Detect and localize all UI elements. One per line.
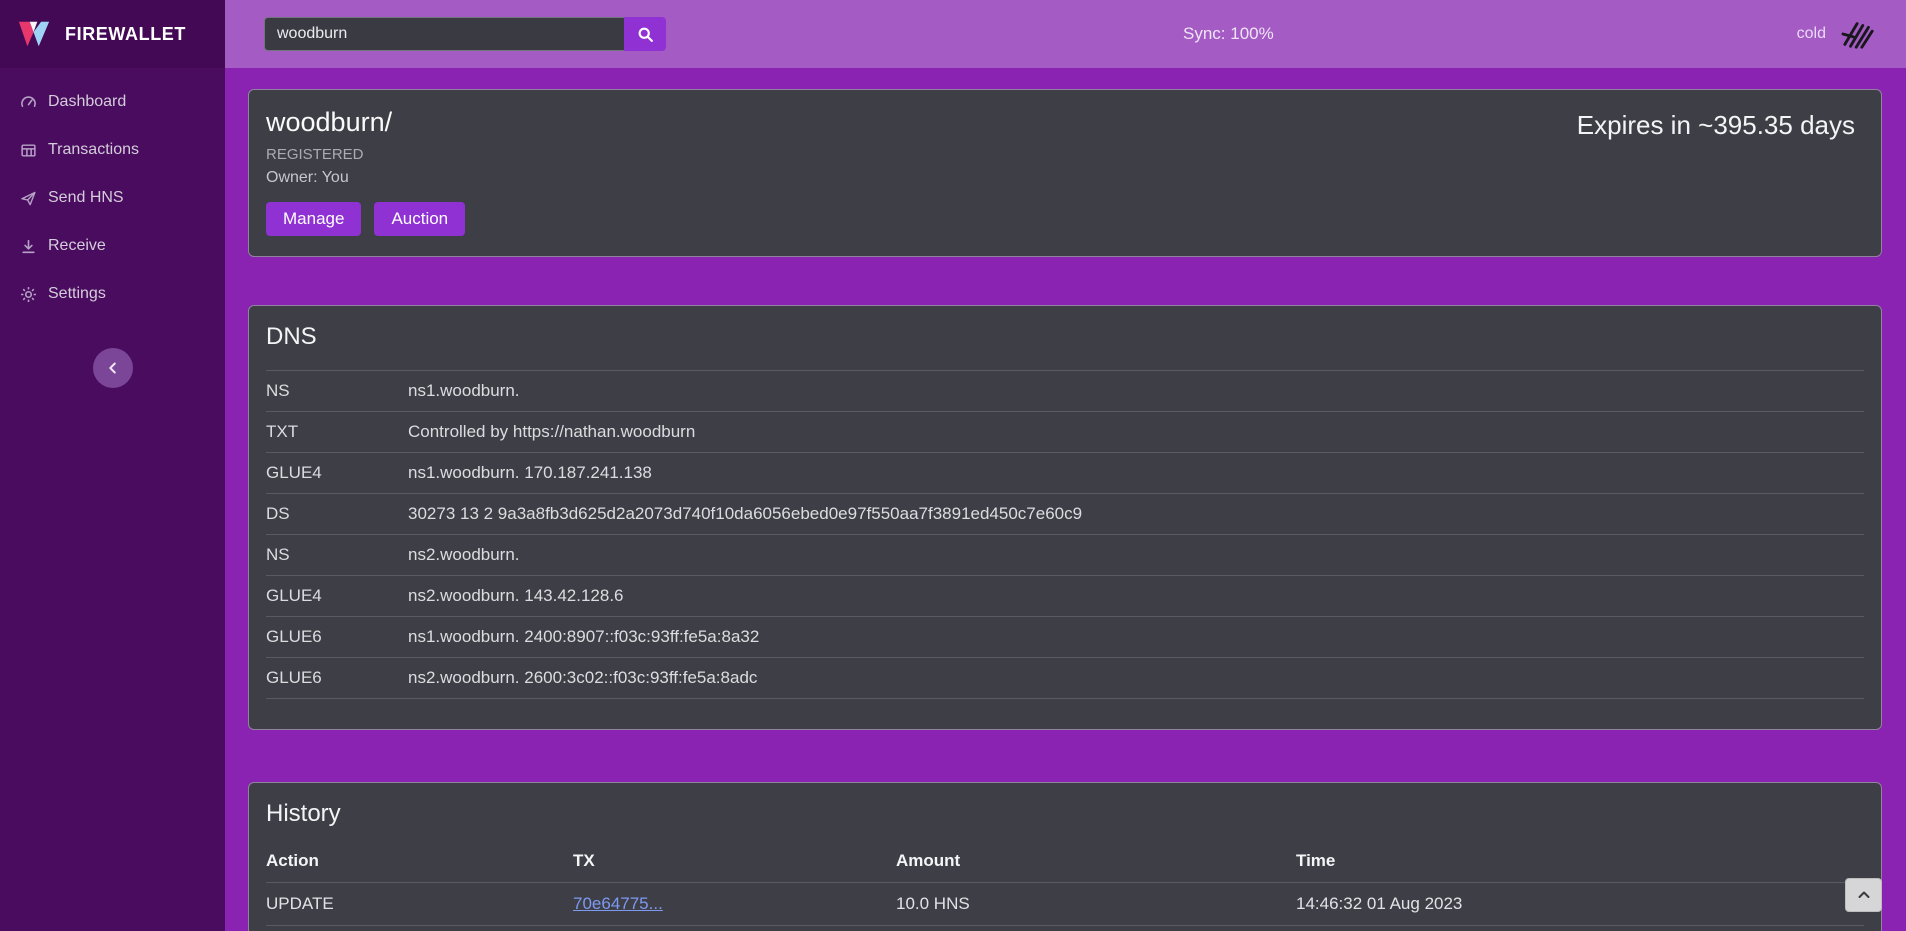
history-table: Action TX Amount Time UPDATE 70e64775...… <box>266 840 1864 931</box>
domain-actions: Manage Auction <box>266 202 1857 236</box>
sidebar-item-settings[interactable]: Settings <box>0 270 225 318</box>
dns-record-type: GLUE6 <box>266 617 408 658</box>
history-row: UPDATE 70e64775... 10.0 HNS 14:46:32 01 … <box>266 883 1864 926</box>
history-section-title: History <box>266 800 1864 828</box>
scroll-to-top-button[interactable] <box>1845 878 1882 912</box>
wallet-name[interactable]: cold <box>1797 25 1826 43</box>
history-row: RENEW 9f2c5e... 10.0 HNS 15:47:36 27 Jul… <box>266 926 1864 931</box>
main-content: woodburn/ REGISTERED Owner: You Manage A… <box>225 68 1906 931</box>
sidebar-item-label: Transactions <box>48 141 139 159</box>
dns-record-value: Controlled by https://nathan.woodburn <box>408 412 1864 453</box>
dns-record-type: NS <box>266 371 408 412</box>
sidebar-item-receive[interactable]: Receive <box>0 222 225 270</box>
history-action: UPDATE <box>266 883 573 926</box>
dns-record-row: GLUE4 ns2.woodburn. 143.42.128.6 <box>266 576 1864 617</box>
sidebar-item-label: Send HNS <box>48 189 124 207</box>
wallet-selector: cold <box>1797 17 1880 51</box>
dns-table: NS ns1.woodburn. TXT Controlled by https… <box>266 370 1864 699</box>
status-badge: REGISTERED <box>266 146 1857 163</box>
sidebar-item-label: Dashboard <box>48 93 126 111</box>
search-input[interactable] <box>264 17 624 51</box>
sidebar-item-label: Receive <box>48 237 106 255</box>
dns-record-value: ns1.woodburn. 2400:8907::f03c:93ff:fe5a:… <box>408 617 1864 658</box>
dns-record-row: GLUE6 ns2.woodburn. 2600:3c02::f03c:93ff… <box>266 658 1864 699</box>
sidebar-item-dashboard[interactable]: Dashboard <box>0 78 225 126</box>
domain-card: woodburn/ REGISTERED Owner: You Manage A… <box>248 89 1882 257</box>
dns-record-row: NS ns2.woodburn. <box>266 535 1864 576</box>
dns-record-value: ns2.woodburn. 143.42.128.6 <box>408 576 1864 617</box>
history-header-row: Action TX Amount Time <box>266 840 1864 883</box>
expiry-label: Expires in ~395.35 days <box>1577 110 1855 141</box>
dns-record-value: 30273 13 2 9a3a8fb3d625d2a2073d740f10da6… <box>408 494 1864 535</box>
dns-record-value: ns2.woodburn. 2600:3c02::f03c:93ff:fe5a:… <box>408 658 1864 699</box>
chevron-left-icon <box>105 360 121 376</box>
table-icon <box>20 142 37 159</box>
collapse-sidebar-button[interactable] <box>93 348 133 388</box>
dns-record-type: TXT <box>266 412 408 453</box>
owner-label: Owner: You <box>266 169 1857 187</box>
sidebar-item-transactions[interactable]: Transactions <box>0 126 225 174</box>
sidebar-nav: Dashboard Transactions Send HNS Receive … <box>0 78 225 318</box>
history-action: RENEW <box>266 926 573 931</box>
sidebar: FIREWALLET Dashboard Transactions Send H… <box>0 0 225 931</box>
sidebar-item-send-hns[interactable]: Send HNS <box>0 174 225 222</box>
dns-record-type: GLUE4 <box>266 576 408 617</box>
dns-record-type: GLUE4 <box>266 453 408 494</box>
chevron-up-icon <box>1856 887 1872 903</box>
column-header-time: Time <box>1296 840 1864 883</box>
dns-record-row: GLUE6 ns1.woodburn. 2400:8907::f03c:93ff… <box>266 617 1864 658</box>
sync-status: Sync: 100% <box>1183 24 1274 44</box>
column-header-action: Action <box>266 840 573 883</box>
sidebar-item-label: Settings <box>48 285 106 303</box>
gauge-icon <box>20 94 37 111</box>
history-time: 14:46:32 01 Aug 2023 <box>1296 883 1864 926</box>
auction-button[interactable]: Auction <box>374 202 465 236</box>
topbar: Sync: 100% cold <box>225 0 1906 68</box>
history-amount: 10.0 HNS <box>896 926 1296 931</box>
handshake-icon <box>1838 17 1880 51</box>
dns-record-value: ns1.woodburn. 170.187.241.138 <box>408 453 1864 494</box>
dns-record-value: ns2.woodburn. <box>408 535 1864 576</box>
dns-record-row: NS ns1.woodburn. <box>266 371 1864 412</box>
history-time: 15:47:36 27 Jul 2023 <box>1296 926 1864 931</box>
brand-title: FIREWALLET <box>65 24 186 45</box>
paper-plane-icon <box>20 190 37 207</box>
dns-card: DNS NS ns1.woodburn. TXT Controlled by h… <box>248 305 1882 730</box>
history-tx-cell: 70e64775... <box>573 883 896 926</box>
gear-icon <box>20 286 37 303</box>
history-amount: 10.0 HNS <box>896 883 1296 926</box>
manage-button[interactable]: Manage <box>266 202 361 236</box>
dns-record-row: GLUE4 ns1.woodburn. 170.187.241.138 <box>266 453 1864 494</box>
dns-record-type: NS <box>266 535 408 576</box>
dns-record-row: DS 30273 13 2 9a3a8fb3d625d2a2073d740f10… <box>266 494 1864 535</box>
search-button[interactable] <box>624 17 666 51</box>
dns-record-type: GLUE6 <box>266 658 408 699</box>
history-card: History Action TX Amount Time UPDATE 70e… <box>248 782 1882 931</box>
dns-record-row: TXT Controlled by https://nathan.woodbur… <box>266 412 1864 453</box>
dns-record-type: DS <box>266 494 408 535</box>
arrow-down-icon <box>20 238 37 255</box>
search-bar <box>264 17 666 51</box>
firewallet-logo-icon <box>15 17 53 51</box>
search-icon <box>637 26 654 43</box>
column-header-amount: Amount <box>896 840 1296 883</box>
dns-record-value: ns1.woodburn. <box>408 371 1864 412</box>
column-header-tx: TX <box>573 840 896 883</box>
brand: FIREWALLET <box>0 0 225 68</box>
dns-section-title: DNS <box>266 323 1864 351</box>
history-tx-cell: 9f2c5e... <box>573 926 896 931</box>
tx-link[interactable]: 70e64775... <box>573 894 663 913</box>
